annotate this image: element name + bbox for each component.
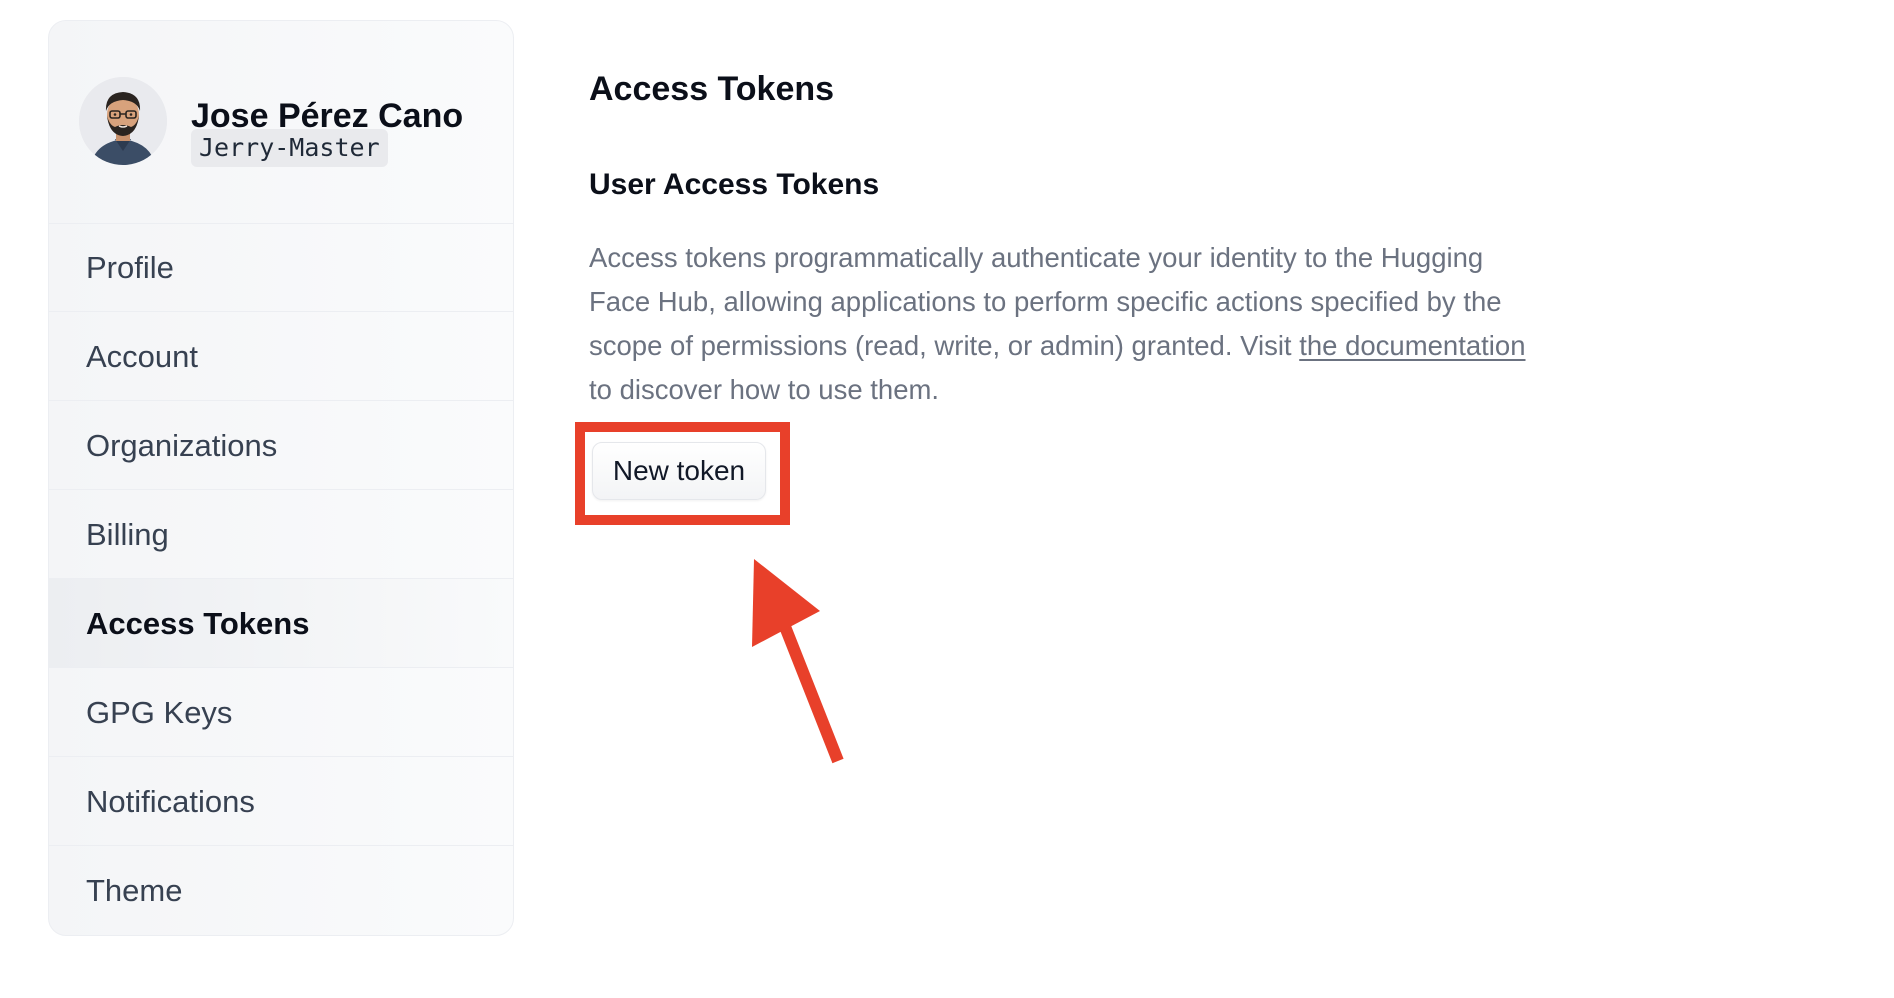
highlight-box: [575, 422, 790, 525]
sidebar-item-organizations[interactable]: Organizations: [49, 401, 513, 490]
settings-sidebar: Jose Pérez Cano Jerry-Master Profile Acc…: [48, 20, 514, 936]
section-title: User Access Tokens: [589, 168, 880, 201]
description-text-end: to discover how to use them.: [589, 374, 940, 405]
username-badge: Jerry-Master: [191, 129, 388, 167]
red-arrow-icon: [752, 559, 844, 764]
avatar-image: [79, 77, 167, 165]
sidebar-item-access-tokens[interactable]: Access Tokens: [49, 579, 513, 668]
sidebar-item-profile[interactable]: Profile: [49, 223, 513, 312]
documentation-link[interactable]: the documentation: [1299, 330, 1525, 361]
sidebar-item-gpg-keys[interactable]: GPG Keys: [49, 668, 513, 757]
sidebar-item-account[interactable]: Account: [49, 312, 513, 401]
page-title: Access Tokens: [589, 70, 835, 108]
user-header: Jose Pérez Cano Jerry-Master: [49, 21, 513, 224]
tokens-description: Access tokens programmatically authentic…: [589, 236, 1549, 412]
sidebar-item-billing[interactable]: Billing: [49, 490, 513, 579]
sidebar-item-notifications[interactable]: Notifications: [49, 757, 513, 846]
user-avatar[interactable]: [79, 77, 167, 165]
sidebar-item-theme[interactable]: Theme: [49, 846, 513, 935]
